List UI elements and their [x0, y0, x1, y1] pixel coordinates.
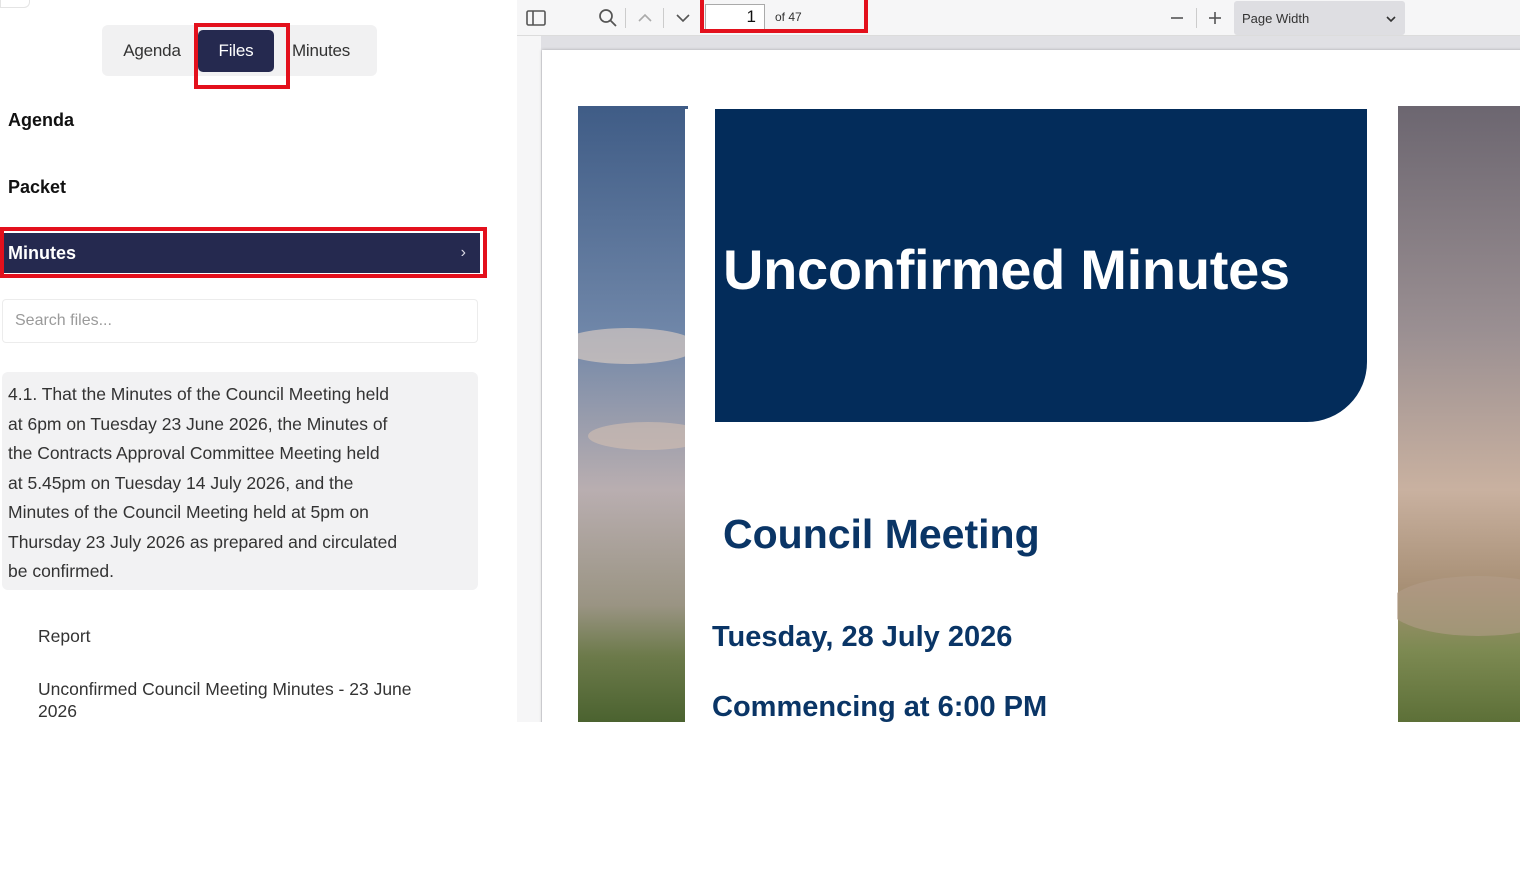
pdf-page: Unconfirmed Minutes Council Meeting Tues…: [542, 50, 1520, 722]
file-unconfirmed-minutes[interactable]: Unconfirmed Council Meeting Minutes - 23…: [38, 675, 412, 722]
screen: Agenda Files Minutes Agenda Packet Minut…: [0, 0, 1520, 880]
sidebar-tabs: Agenda Files Minutes: [102, 25, 377, 76]
resolution-line: 4.1. That the Minutes of the Council Mee…: [8, 384, 390, 404]
pdf-toolbar: of 47 Page Width: [517, 0, 1520, 36]
toolbar-separator: [625, 8, 626, 28]
document-date: Tuesday, 28 July 2026: [712, 621, 1013, 653]
zoom-select[interactable]: Page Width: [1234, 1, 1405, 35]
resolution-line: be confirmed.: [8, 561, 115, 581]
resolution-line: at 5.45pm on Tuesday 14 July 2026, and t…: [8, 472, 354, 493]
file-report[interactable]: Report: [38, 622, 91, 650]
chevron-up-icon[interactable]: [635, 5, 655, 31]
panel-corner-control[interactable]: [0, 0, 30, 8]
chevron-right-icon: ›: [460, 244, 466, 261]
zoom-in-icon[interactable]: [1205, 5, 1225, 31]
document-time: Commencing at 6:00 PM: [712, 691, 1048, 722]
cover-content-panel: Unconfirmed Minutes Council Meeting Tues…: [685, 109, 1397, 722]
resolution-card: 4.1. That the Minutes of the Council Mee…: [2, 372, 478, 590]
page-number-input[interactable]: [705, 4, 765, 30]
sidebar-toggle-icon[interactable]: [525, 5, 547, 31]
document-title: Unconfirmed Minutes: [723, 238, 1290, 301]
tab-agenda[interactable]: Agenda: [106, 30, 198, 72]
section-minutes-label: Minutes: [8, 242, 77, 263]
chevron-down-icon[interactable]: [673, 5, 693, 31]
resolution-line: at 6pm on Tuesday 23 June 2026, the Minu…: [8, 413, 388, 434]
search-files-input[interactable]: [2, 299, 478, 343]
section-agenda[interactable]: Agenda: [8, 110, 74, 131]
toolbar-separator: [1196, 8, 1197, 28]
title-banner: Unconfirmed Minutes: [715, 109, 1367, 422]
section-minutes[interactable]: Minutes ›: [2, 233, 480, 273]
page-count: of 47: [775, 10, 802, 24]
files-sidebar: Agenda Files Minutes Agenda Packet Minut…: [0, 0, 500, 722]
resolution-line: Thursday 23 July 2026 as prepared and ci…: [8, 531, 398, 552]
zoom-select-value: Page Width: [1242, 10, 1310, 26]
document-subtitle: Council Meeting: [723, 511, 1040, 557]
resolution-line: Minutes of the Council Meeting held at 5…: [8, 502, 369, 522]
zoom-out-icon[interactable]: [1167, 5, 1187, 31]
viewer-gutter: [517, 36, 541, 722]
toolbar-separator: [663, 8, 664, 28]
pdf-viewer: of 47 Page Width: [517, 0, 1520, 722]
tab-minutes[interactable]: Minutes: [274, 30, 368, 72]
cover-artwork: Unconfirmed Minutes Council Meeting Tues…: [578, 106, 1520, 722]
section-packet[interactable]: Packet: [8, 177, 66, 198]
dropdown-arrow-icon: [1385, 11, 1397, 26]
file-name-line: Unconfirmed Council Meeting Minutes - 23…: [38, 679, 412, 699]
resolution-line: the Contracts Approval Committee Meeting…: [8, 443, 380, 463]
tab-files[interactable]: Files: [198, 29, 274, 72]
search-icon[interactable]: [597, 5, 619, 31]
